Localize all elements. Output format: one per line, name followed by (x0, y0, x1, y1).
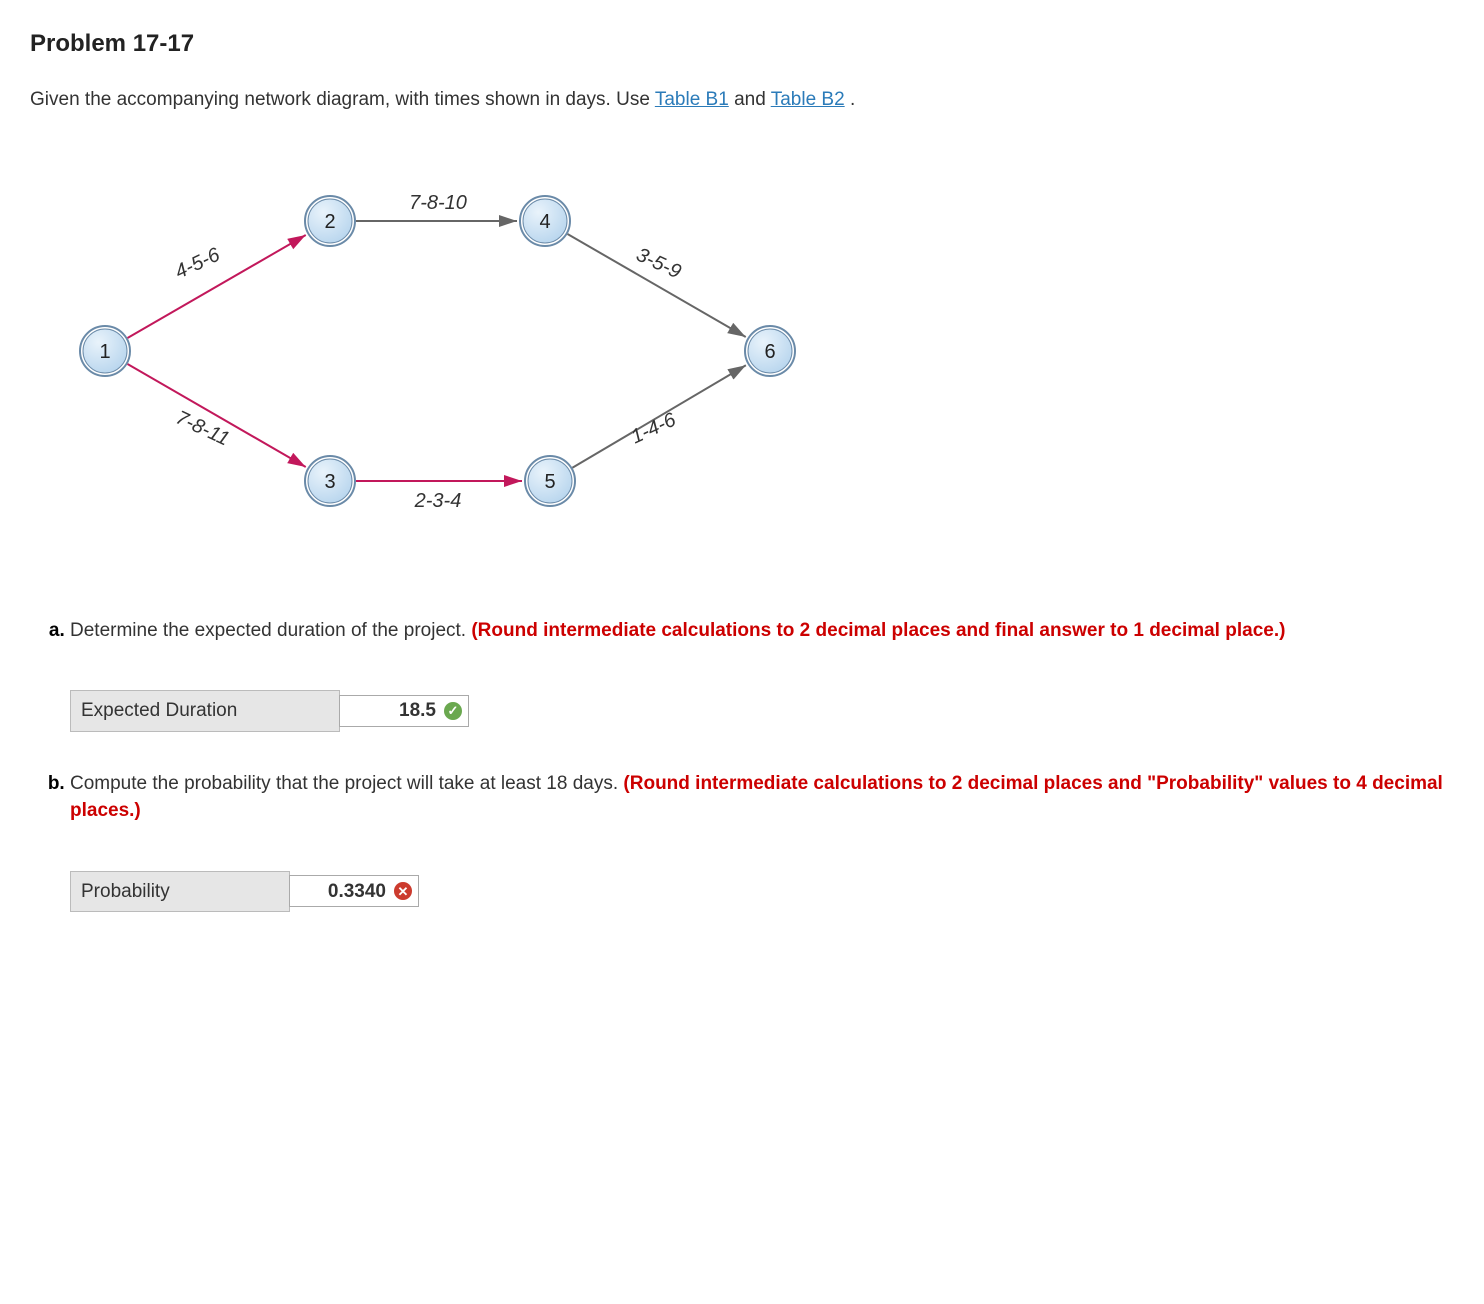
svg-text:6: 6 (764, 341, 775, 363)
edge-label-3-5: 2-3-4 (414, 490, 462, 512)
edge-label-4-6: 3-5-9 (633, 243, 685, 283)
page-title: Problem 17-17 (30, 30, 1454, 58)
probability-input[interactable]: 0.3340 ✕ (289, 875, 419, 907)
node-2: 2 (305, 196, 355, 246)
edge-label-2-4: 7-8-10 (409, 192, 467, 214)
table-b1-link[interactable]: Table B1 (655, 89, 729, 110)
check-icon: ✓ (444, 702, 462, 720)
expected-duration-value: 18.5 (399, 697, 436, 725)
part-a-hint: (Round intermediate calculations to 2 de… (471, 620, 1285, 641)
node-3: 3 (305, 456, 355, 506)
svg-text:4: 4 (539, 211, 550, 233)
svg-text:5: 5 (544, 471, 555, 493)
intro-before: Given the accompanying network diagram, … (30, 89, 655, 110)
edge-1-3 (128, 364, 306, 467)
part-a: Determine the expected duration of the p… (70, 617, 1454, 732)
svg-text:1: 1 (99, 341, 110, 363)
expected-duration-input[interactable]: 18.5 ✓ (339, 695, 469, 727)
edge-label-1-3: 7-8-11 (172, 406, 232, 450)
part-b: Compute the probability that the project… (70, 770, 1454, 913)
cross-icon: ✕ (394, 882, 412, 900)
node-1: 1 (80, 326, 130, 376)
part-a-text: Determine the expected duration of the p… (70, 620, 471, 641)
part-b-text: Compute the probability that the project… (70, 773, 623, 794)
node-6: 6 (745, 326, 795, 376)
edge-label-5-6: 1-4-6 (628, 408, 680, 448)
table-b2-link[interactable]: Table B2 (771, 89, 845, 110)
network-diagram: 1 2 3 4 5 6 4-5-6 7-8-11 7-8-10 2-3-4 3-5-9 1-4-6 (50, 151, 1454, 557)
node-5: 5 (525, 456, 575, 506)
intro-paragraph: Given the accompanying network diagram, … (30, 86, 1454, 115)
intro-mid: and (734, 89, 771, 110)
probability-label: Probability (70, 871, 290, 913)
intro-after: . (850, 89, 855, 110)
node-4: 4 (520, 196, 570, 246)
svg-text:3: 3 (324, 471, 335, 493)
edge-label-1-2: 4-5-6 (172, 243, 224, 283)
svg-text:2: 2 (324, 211, 335, 233)
expected-duration-label: Expected Duration (70, 690, 340, 732)
probability-value: 0.3340 (328, 878, 386, 906)
